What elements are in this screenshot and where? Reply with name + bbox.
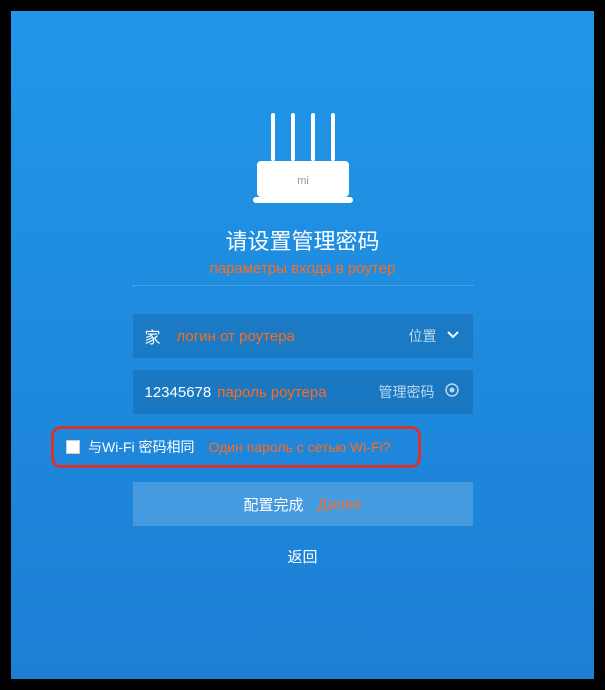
same-wifi-password-checkbox[interactable] xyxy=(66,440,80,454)
home-icon: 家 xyxy=(145,324,161,348)
same-wifi-password-checkbox-row[interactable]: 与Wi-Fi 密码相同 Один пароль с сетью Wi-Fi? xyxy=(51,426,421,468)
password-value: 12345678 xyxy=(145,384,212,401)
checkbox-annotation: Один пароль с сетью Wi-Fi? xyxy=(209,438,391,456)
password-right-label: 管理密码 xyxy=(379,382,435,402)
back-link[interactable]: 返回 xyxy=(11,546,594,567)
svg-text:mi: mi xyxy=(297,175,309,187)
page-subtitle: параметры входа в роутер xyxy=(11,260,594,277)
setup-form: 家 логин от роутера 位置 12345678 пароль ро… xyxy=(133,314,473,414)
submit-annotation: Далее xyxy=(318,496,362,513)
password-input[interactable]: 12345678 пароль роутера 管理密码 xyxy=(133,370,473,414)
login-right-label: 位置 xyxy=(409,326,437,346)
login-input[interactable]: 家 логин от роутера 位置 xyxy=(133,314,473,358)
chevron-down-icon[interactable] xyxy=(445,326,461,347)
login-annotation: логин от роутера xyxy=(177,328,409,345)
page-title: 请设置管理密码 xyxy=(11,224,594,256)
submit-button[interactable]: 配置完成 Далее xyxy=(133,482,473,526)
submit-label: 配置完成 xyxy=(244,494,304,515)
router-icon: mi xyxy=(11,111,594,206)
eye-icon[interactable] xyxy=(443,381,461,404)
password-annotation: пароль роутера xyxy=(217,384,378,401)
setup-panel: mi 请设置管理密码 параметры входа в роутер 家 ло… xyxy=(11,11,594,679)
checkbox-label: 与Wi-Fi 密码相同 xyxy=(88,437,195,457)
divider xyxy=(133,285,473,286)
